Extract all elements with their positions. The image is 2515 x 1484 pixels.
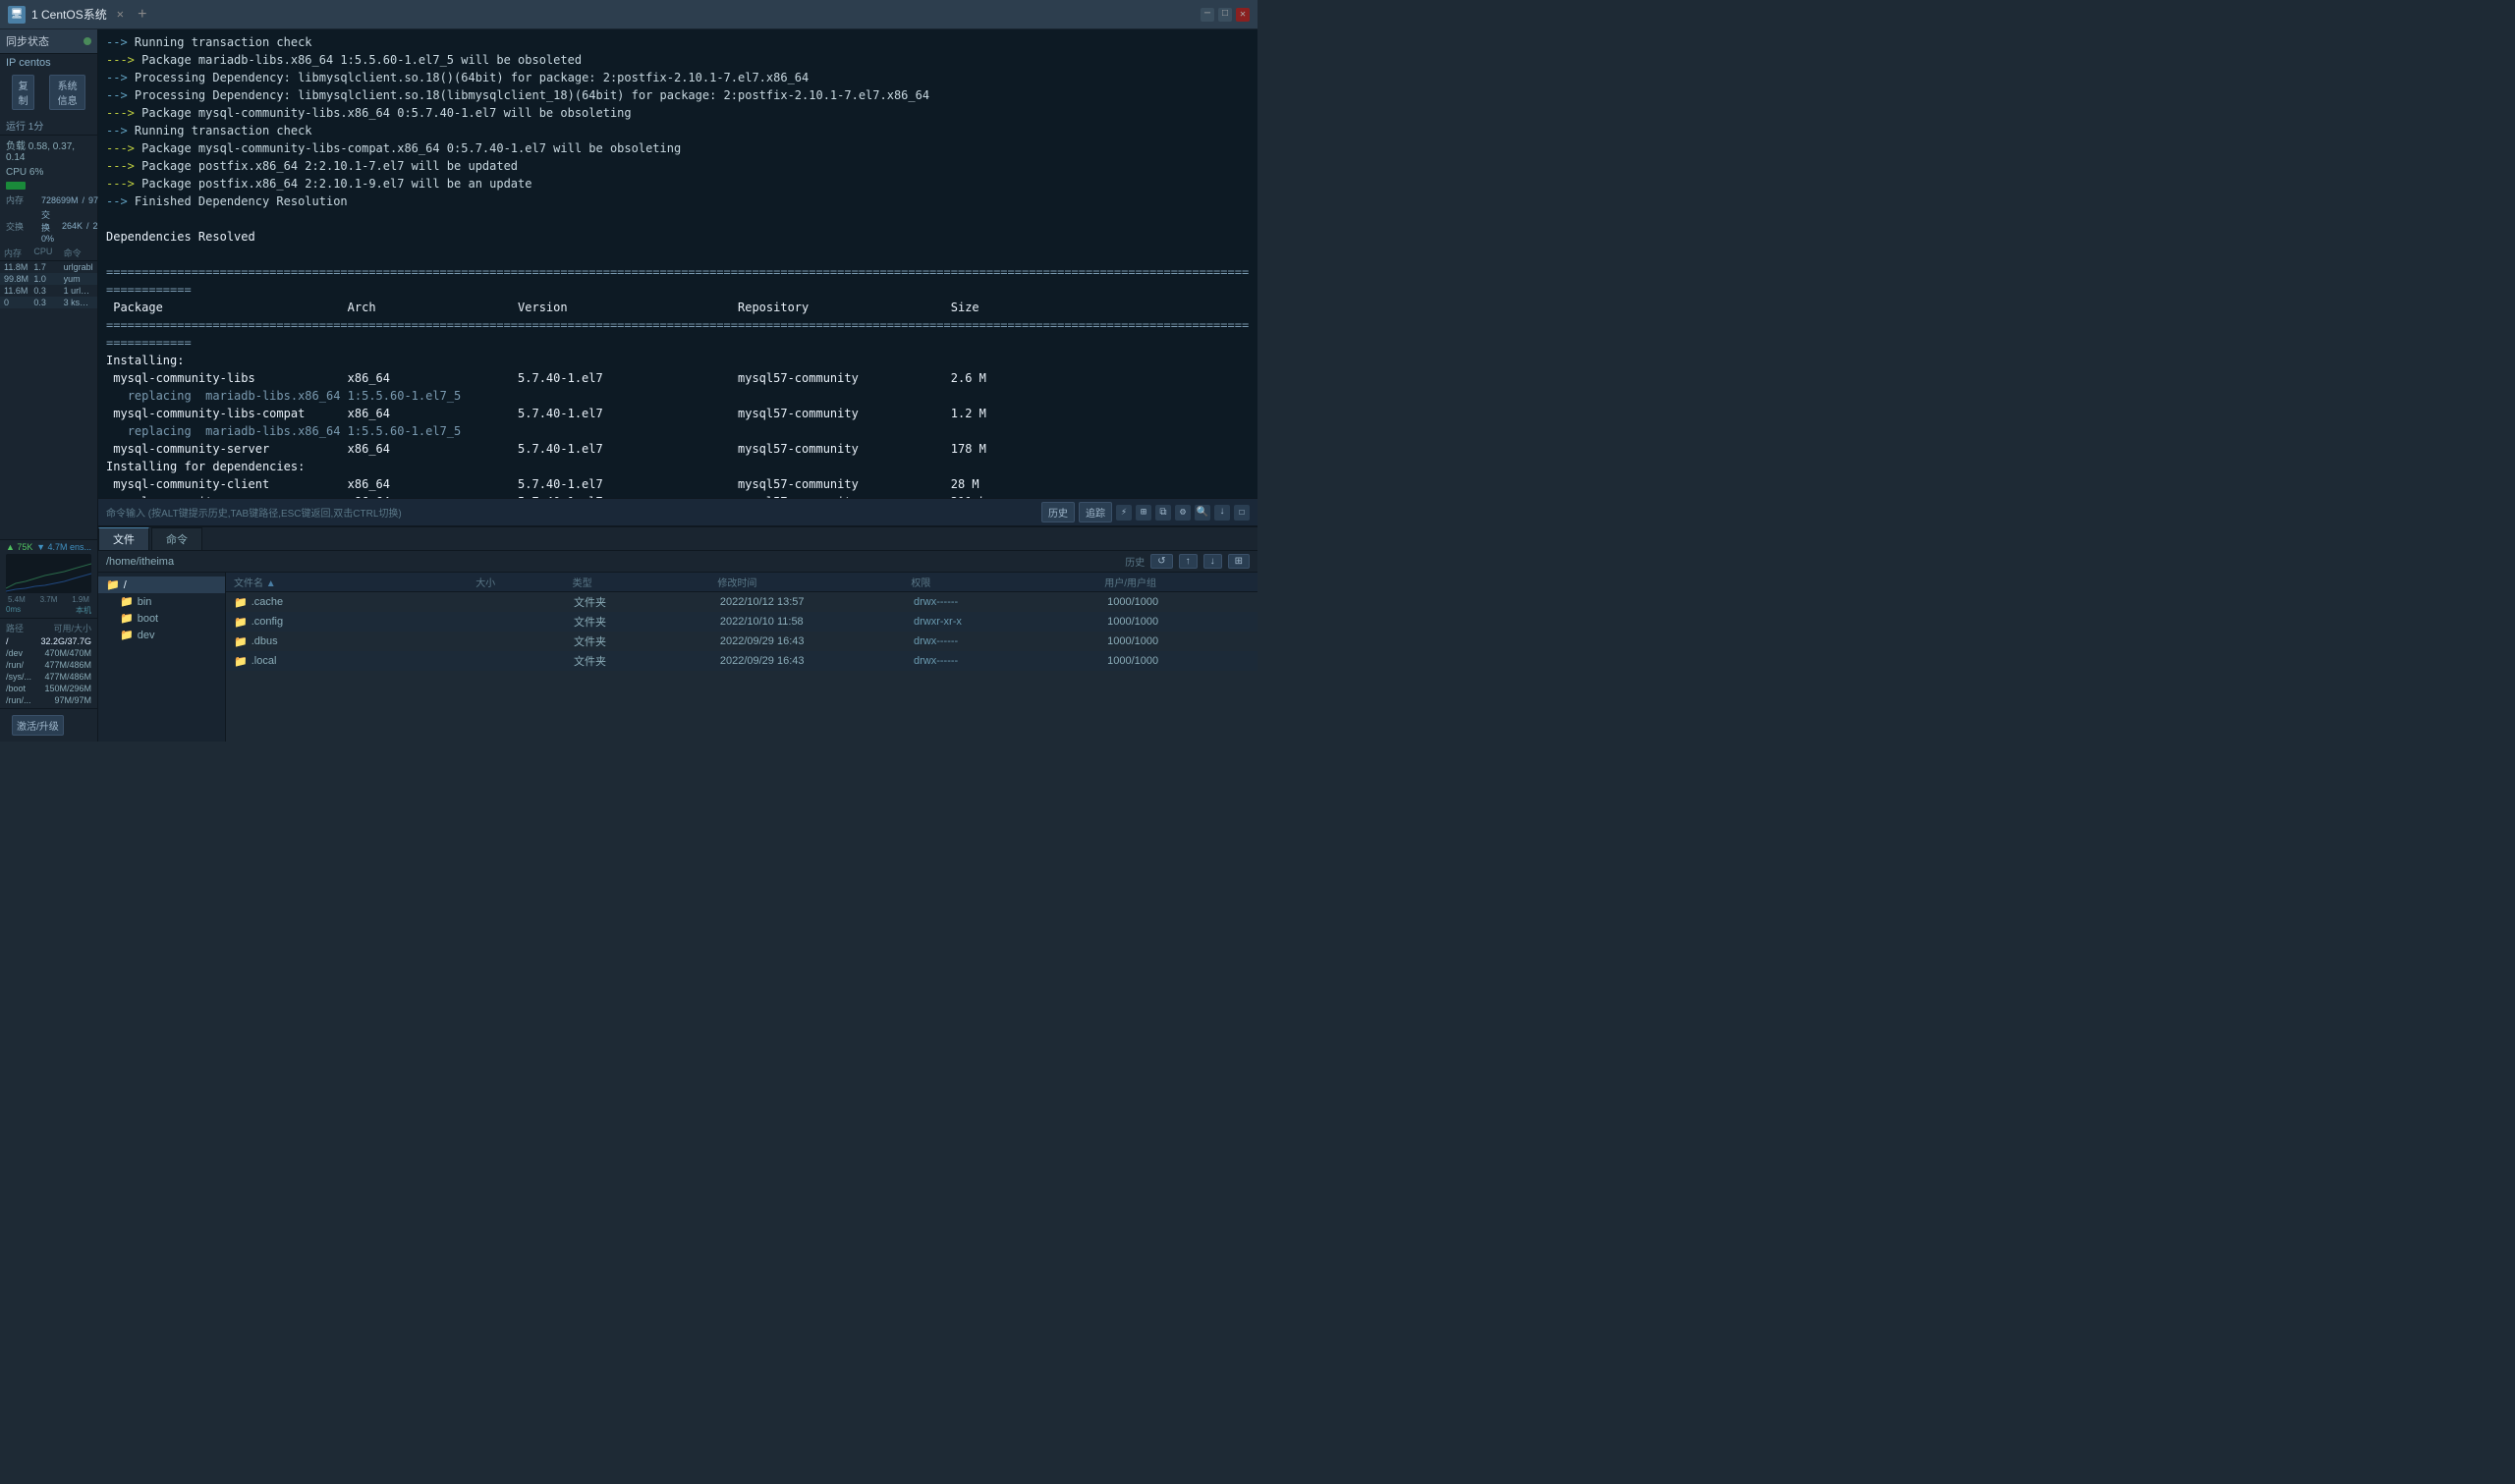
tree-item-bin[interactable]: 📁 bin bbox=[98, 593, 225, 610]
run-info: 运行 1分 bbox=[0, 116, 97, 136]
tab-commands[interactable]: 命令 bbox=[151, 527, 202, 550]
tree-item-label: boot bbox=[138, 613, 158, 625]
copy2-icon[interactable]: ⧉ bbox=[1155, 505, 1171, 521]
process-row[interactable]: 11.8M1.7urlgrabl bbox=[0, 261, 97, 273]
cpu-stat: CPU 6% bbox=[0, 165, 97, 180]
minimize-btn[interactable]: ─ bbox=[1201, 8, 1214, 22]
new-folder-btn[interactable]: ⊞ bbox=[1228, 554, 1250, 569]
fm-toolbar: /home/itheima 历史 ↺ ↑ ↓ ⊞ bbox=[98, 551, 1258, 573]
disk-row: /boot150M/296M bbox=[0, 683, 97, 694]
terminal[interactable]: --> Running transaction check ---> Packa… bbox=[98, 29, 1258, 498]
fm-path: /home/itheima bbox=[106, 556, 174, 568]
disk-header: 路径 可用/大小 bbox=[0, 621, 97, 635]
fm-tabs: 文件 命令 bbox=[98, 527, 1258, 551]
load-stat: 负载 0.58, 0.37, 0.14 bbox=[0, 136, 97, 165]
terminal-toolbar: 历史 追踪 ⚡ ⊞ ⧉ ⚙ 🔍 ↓ ☐ bbox=[1041, 502, 1250, 522]
disk-row: /sys/...477M/486M bbox=[0, 671, 97, 683]
activate-btn[interactable]: 激活/升级 bbox=[12, 715, 64, 736]
history-btn[interactable]: 历史 bbox=[1041, 502, 1075, 522]
mem-section: 内存 728699M/972M 交换 交换 0% 264K/2G bbox=[0, 192, 97, 246]
tab-icon: 🖥 bbox=[8, 6, 26, 24]
tree-root-label: / bbox=[124, 579, 127, 591]
process-row[interactable]: 99.8M1.0yum bbox=[0, 273, 97, 285]
mem-row: 内存 728699M/972M bbox=[0, 192, 97, 207]
close-btn[interactable]: ✕ bbox=[1236, 8, 1250, 22]
window-icon[interactable]: ☐ bbox=[1234, 505, 1250, 521]
root-folder-icon: 📁 bbox=[106, 578, 120, 591]
disk-row: /run/477M/486M bbox=[0, 659, 97, 671]
net-time: 0ms bbox=[6, 605, 21, 616]
trace-btn[interactable]: 追踪 bbox=[1079, 502, 1112, 522]
disk-row: /dev470M/470M bbox=[0, 647, 97, 659]
main-layout: 同步状态 IP centos 复制 系统信息 运行 1分 负载 0.58, 0.… bbox=[0, 29, 1258, 742]
file-row-local[interactable]: 📁.local 文件夹 2022/09/29 16:43 drwx------ … bbox=[226, 651, 1258, 671]
terminal-input-bar: 命令输入 (按ALT键提示历史,TAB键路径,ESC键返回,双击CTRL切换) … bbox=[98, 498, 1258, 525]
input-hint: 命令输入 (按ALT键提示历史,TAB键路径,ESC键返回,双击CTRL切换) bbox=[106, 505, 402, 520]
sys-info-btn[interactable]: 系统信息 bbox=[49, 75, 85, 110]
flash-icon[interactable]: ⚡ bbox=[1116, 505, 1132, 521]
disk-row: /run/...97M/97M bbox=[0, 694, 97, 706]
tree-item-boot[interactable]: 📁 boot bbox=[98, 610, 225, 627]
folder-icon: 📁 bbox=[120, 595, 134, 608]
folder-icon: 📁 bbox=[234, 596, 248, 609]
tab-files[interactable]: 文件 bbox=[98, 527, 149, 550]
tab-label[interactable]: 1 CentOS系统 bbox=[31, 6, 107, 23]
download-icon[interactable]: ↓ bbox=[1214, 505, 1230, 521]
tree-item-label: bin bbox=[138, 596, 152, 608]
folder-icon: 📁 bbox=[120, 629, 134, 641]
fm-sidebar: 📁 / 📁 bin 📁 boot 📁 bbox=[98, 573, 226, 742]
sync-label: 同步状态 bbox=[6, 33, 49, 49]
tree-item-dev[interactable]: 📁 dev bbox=[98, 627, 225, 643]
copy-btn[interactable]: 复制 bbox=[12, 75, 34, 110]
folder-icon: 📁 bbox=[120, 612, 134, 625]
folder-icon: 📁 bbox=[234, 655, 248, 668]
title-bar: 🖥 1 CentOS系统 ✕ + ─ □ ✕ bbox=[0, 0, 1258, 29]
disk-row: /32.2G/37.7G bbox=[0, 635, 97, 647]
file-row-cache[interactable]: 📁.cache 文件夹 2022/10/12 13:57 drwx------ … bbox=[226, 592, 1258, 612]
cpu-bar bbox=[6, 182, 26, 190]
maximize-btn[interactable]: □ bbox=[1218, 8, 1232, 22]
sidebar: 同步状态 IP centos 复制 系统信息 运行 1分 负载 0.58, 0.… bbox=[0, 29, 98, 742]
disk-section: 路径 可用/大小 /32.2G/37.7G /dev470M/470M /run… bbox=[0, 618, 97, 708]
sidebar-header: 同步状态 bbox=[0, 29, 97, 54]
folder-icon: 📁 bbox=[234, 616, 248, 629]
search-icon[interactable]: 🔍 bbox=[1195, 505, 1210, 521]
process-row[interactable]: 00.33 ksoftirq bbox=[0, 297, 97, 308]
process-header: 内存 CPU 命令 bbox=[0, 246, 97, 261]
fm-file-header: 文件名 ▲ 大小 类型 修改时间 权限 用户/用户组 bbox=[226, 573, 1258, 592]
window-controls: ─ □ ✕ bbox=[1201, 8, 1250, 22]
tree-item-root[interactable]: 📁 / bbox=[98, 577, 225, 593]
fm-content: 📁 / 📁 bin 📁 boot 📁 bbox=[98, 573, 1258, 742]
process-table: 内存 CPU 命令 11.8M1.7urlgrabl 99.8M1.0yum 1… bbox=[0, 246, 97, 539]
tree-item-label: dev bbox=[138, 630, 155, 641]
sidebar-ip: IP centos bbox=[0, 54, 97, 72]
sync-status-dot bbox=[84, 37, 91, 45]
file-manager: 文件 命令 /home/itheima 历史 ↺ ↑ ↓ ⊞ 📁 / bbox=[98, 525, 1258, 742]
net-graph bbox=[6, 554, 91, 593]
right-panel: --> Running transaction check ---> Packa… bbox=[98, 29, 1258, 742]
file-row-dbus[interactable]: 📁.dbus 文件夹 2022/09/29 16:43 drwx------ 1… bbox=[226, 632, 1258, 651]
settings-icon[interactable]: ⚙ bbox=[1175, 505, 1191, 521]
download2-btn[interactable]: ↓ bbox=[1203, 554, 1222, 569]
cpu-bar-area bbox=[0, 180, 97, 192]
net-section: ▲ 75K ▼ 4.7M ens... 5.4M 3.7M 1.9M 0ms 本… bbox=[0, 539, 97, 618]
process-row[interactable]: 11.6M0.31 urlgrabl bbox=[0, 285, 97, 297]
swap-row: 交换 交换 0% 264K/2G bbox=[0, 207, 97, 245]
net-up-label: ▲ 75K bbox=[6, 542, 32, 552]
terminal-input-field[interactable] bbox=[410, 507, 1034, 519]
file-row-config[interactable]: 📁.config 文件夹 2022/10/10 11:58 drwxr-xr-x… bbox=[226, 612, 1258, 632]
tab-close-btn[interactable]: ✕ bbox=[117, 7, 124, 22]
refresh-btn[interactable]: ↺ bbox=[1150, 554, 1172, 569]
net-machine: 本机 bbox=[76, 605, 91, 616]
folder-icon: 📁 bbox=[234, 635, 248, 648]
upload-btn[interactable]: ↑ bbox=[1179, 554, 1198, 569]
net-labels: 5.4M 3.7M 1.9M bbox=[8, 595, 89, 604]
tab-area: 🖥 1 CentOS系统 ✕ + bbox=[8, 6, 147, 24]
net-down-label: ▼ 4.7M ens... bbox=[36, 542, 91, 552]
grid-icon[interactable]: ⊞ bbox=[1136, 505, 1151, 521]
hist-label: 历史 bbox=[1125, 554, 1145, 569]
fm-files: 文件名 ▲ 大小 类型 修改时间 权限 用户/用户组 📁.cache 文件夹 2… bbox=[226, 573, 1258, 742]
new-tab-btn[interactable]: + bbox=[138, 6, 147, 24]
